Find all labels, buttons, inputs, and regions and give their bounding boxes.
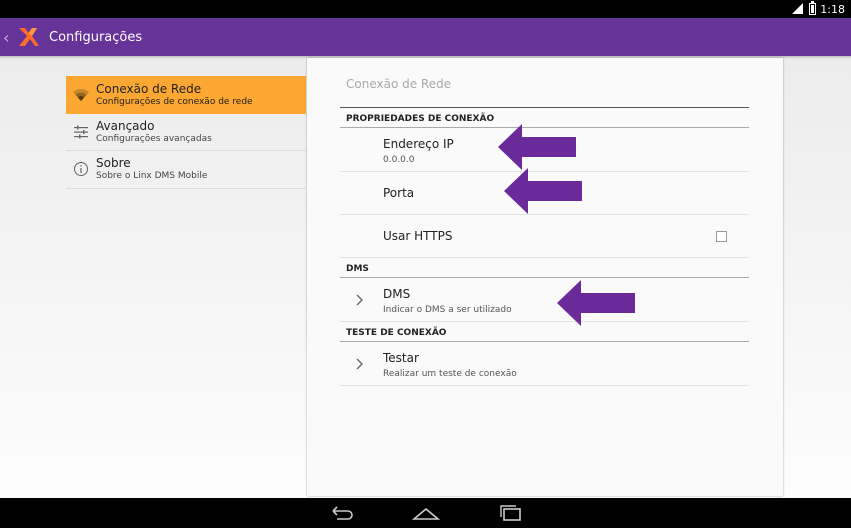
sliders-icon bbox=[66, 125, 96, 139]
status-icons: 1:18 bbox=[791, 1, 845, 17]
sidebar-item-avancado[interactable]: Avançado Configurações avançadas bbox=[66, 114, 306, 151]
up-caret-icon[interactable]: ‹ bbox=[3, 28, 15, 47]
annotation-arrow-porta bbox=[504, 168, 582, 214]
sidebar-item-title: Avançado bbox=[96, 118, 155, 133]
https-checkbox[interactable] bbox=[716, 231, 727, 242]
pref-subtitle: Indicar o DMS a ser utilizado bbox=[383, 305, 512, 315]
content-area: Conexão de Rede Configurações de conexão… bbox=[0, 56, 851, 498]
pref-value: 0.0.0.0 bbox=[383, 155, 415, 165]
pref-testar[interactable]: Testar Realizar um teste de conexão bbox=[340, 342, 749, 386]
chevron-right-icon bbox=[356, 358, 363, 370]
battery-icon bbox=[809, 1, 817, 15]
settings-headers-list: Conexão de Rede Configurações de conexão… bbox=[66, 76, 306, 189]
signal-icon bbox=[791, 3, 804, 15]
pref-title: Usar HTTPS bbox=[383, 229, 453, 243]
annotation-arrow-ip bbox=[498, 124, 576, 170]
panel-title: Conexão de Rede bbox=[340, 58, 749, 108]
info-icon bbox=[66, 161, 96, 177]
section-header-teste: TESTE DE CONEXÃO bbox=[340, 322, 749, 342]
sidebar-item-sobre[interactable]: Sobre Sobre o Linx DMS Mobile bbox=[66, 151, 306, 189]
section-header-dms: DMS bbox=[340, 258, 749, 278]
pref-subtitle: Realizar um teste de conexão bbox=[383, 369, 517, 379]
pref-usar-https[interactable]: Usar HTTPS bbox=[340, 215, 749, 258]
pref-title: DMS bbox=[383, 287, 411, 301]
sidebar-item-subtitle: Configurações de conexão de rede bbox=[96, 96, 253, 107]
chevron-right-icon bbox=[356, 294, 363, 306]
status-bar: 1:18 bbox=[0, 0, 851, 18]
app-title: Configurações bbox=[49, 29, 143, 45]
pref-dms[interactable]: DMS Indicar o DMS a ser utilizado bbox=[340, 278, 749, 322]
pref-title: Porta bbox=[383, 186, 415, 200]
sidebar-item-title: Sobre bbox=[96, 156, 131, 171]
annotation-arrow-dms bbox=[557, 280, 635, 326]
sidebar-item-title: Conexão de Rede bbox=[96, 81, 202, 96]
home-icon[interactable] bbox=[411, 503, 441, 523]
back-icon[interactable] bbox=[327, 503, 357, 523]
pref-title: Testar bbox=[383, 351, 419, 365]
action-bar: ‹ Configurações bbox=[0, 18, 851, 56]
recent-apps-icon[interactable] bbox=[496, 503, 526, 523]
sidebar-item-subtitle: Configurações avançadas bbox=[96, 133, 212, 144]
pref-title: Endereço IP bbox=[383, 137, 454, 151]
sidebar-item-subtitle: Sobre o Linx DMS Mobile bbox=[96, 171, 208, 182]
app-logo-icon[interactable] bbox=[17, 25, 41, 49]
wifi-icon bbox=[66, 88, 96, 102]
status-time: 1:18 bbox=[820, 2, 845, 16]
system-navigation-bar bbox=[0, 498, 851, 528]
sidebar-item-conexao-de-rede[interactable]: Conexão de Rede Configurações de conexão… bbox=[66, 76, 306, 114]
